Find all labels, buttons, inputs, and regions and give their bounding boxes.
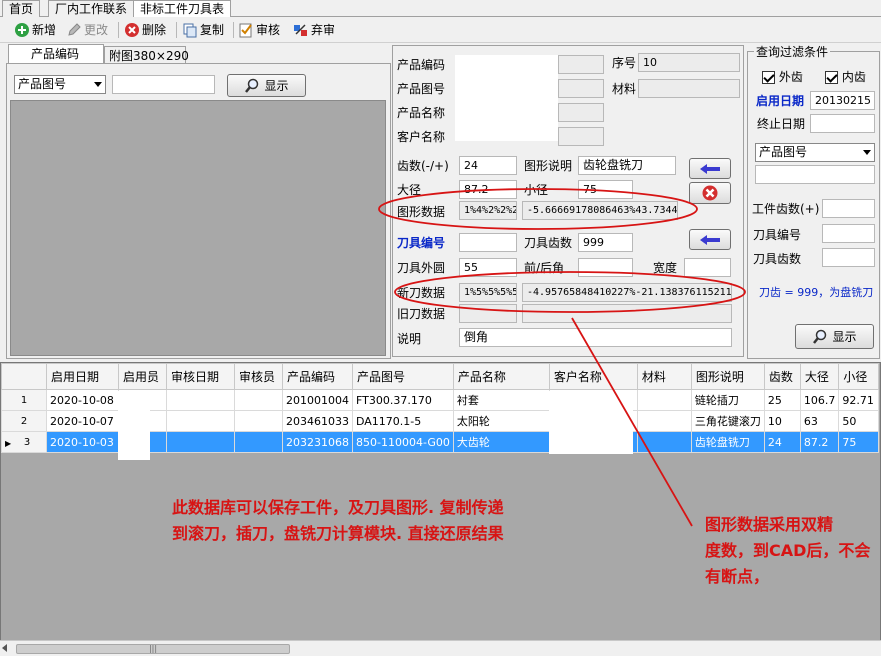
scroll-left-icon[interactable]	[2, 644, 7, 652]
highlight-ellipse	[378, 188, 698, 230]
scroll-grip: |||	[148, 644, 158, 653]
highlight-ellipse	[394, 271, 746, 313]
horizontal-scrollbar[interactable]: |||	[0, 640, 881, 656]
annotation-overlay	[378, 188, 746, 527]
pointer-line	[571, 317, 693, 527]
scroll-thumb[interactable]: |||	[16, 644, 290, 654]
